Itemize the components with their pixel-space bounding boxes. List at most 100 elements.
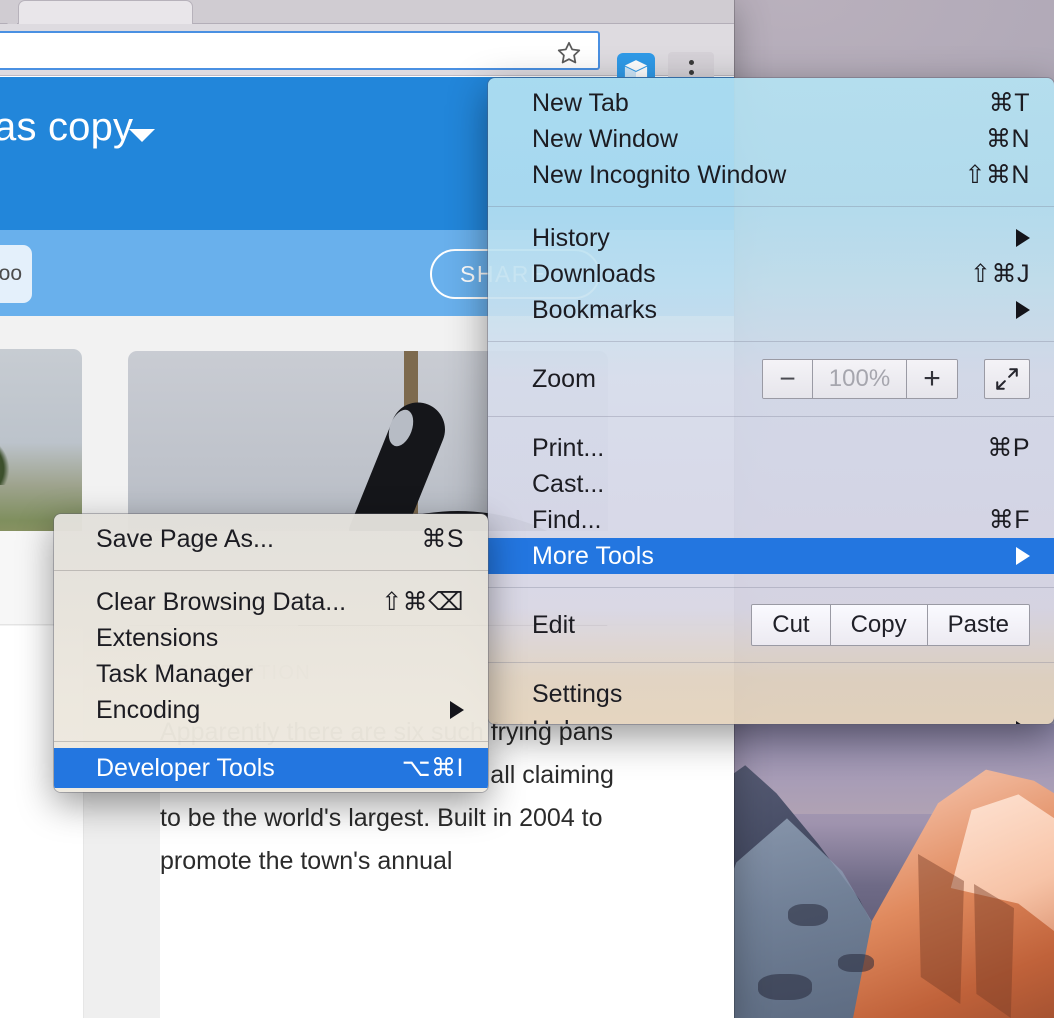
menu-item-label: Developer Tools: [96, 754, 402, 783]
menu-item-find[interactable]: Find... ⌘F: [488, 502, 1054, 538]
menu-item-label: Help: [532, 716, 1016, 725]
menu-separator: [488, 341, 1054, 342]
menu-item-history[interactable]: History: [488, 220, 1054, 256]
menu-item-shortcut: ⌘N: [986, 124, 1030, 154]
menu-item-shortcut: ⇧⌘J: [970, 259, 1030, 289]
zoom-in-button[interactable]: +: [907, 360, 957, 398]
submenu-item-task-manager[interactable]: Task Manager: [54, 656, 488, 692]
address-bar[interactable]: [0, 31, 600, 70]
browser-tab[interactable]: [18, 0, 193, 25]
fullscreen-icon: [994, 366, 1020, 392]
chevron-down-icon[interactable]: [129, 129, 155, 142]
menu-separator: [54, 741, 488, 742]
kebab-dot-icon: [689, 60, 694, 65]
menu-separator: [488, 206, 1054, 207]
submenu-arrow-icon: [1016, 301, 1030, 319]
menu-row-zoom: Zoom − 100% +: [488, 348, 1054, 410]
submenu-item-encoding[interactable]: Encoding: [54, 692, 488, 728]
left-column-fragment: g.: [0, 694, 40, 738]
left-column-fragment: w: [0, 782, 40, 826]
count-chip[interactable]: oo: [0, 245, 32, 303]
menu-item-print[interactable]: Print... ⌘P: [488, 430, 1054, 466]
wallpaper-scree: [838, 954, 874, 972]
submenu-arrow-icon: [1016, 547, 1030, 565]
menu-item-shortcut: ⇧⌘⌫: [381, 587, 464, 617]
menu-item-label: Save Page As...: [96, 525, 421, 554]
thumbnail-foliage: [0, 445, 16, 485]
paste-button[interactable]: Paste: [928, 605, 1029, 645]
fullscreen-button[interactable]: [984, 359, 1030, 399]
browser-toolbar: [0, 24, 734, 76]
menu-item-new-tab[interactable]: New Tab ⌘T: [488, 85, 1054, 121]
menu-group-new: New Tab ⌘T New Window ⌘N New Incognito W…: [488, 78, 1054, 200]
menu-separator: [488, 662, 1054, 663]
menu-row-edit: Edit Cut Copy Paste: [488, 594, 1054, 656]
submenu-arrow-icon: [1016, 721, 1030, 724]
more-tools-submenu: Save Page As... ⌘S Clear Browsing Data..…: [54, 514, 488, 792]
menu-item-label: Print...: [532, 434, 987, 463]
submenu-group-tools: Clear Browsing Data... ⇧⌘⌫ Extensions Ta…: [54, 577, 488, 735]
menu-item-shortcut: ⌘T: [989, 88, 1030, 118]
menu-group-tools: Print... ⌘P Cast... Find... ⌘F More Tool…: [488, 423, 1054, 581]
submenu-arrow-icon: [1016, 229, 1030, 247]
chrome-main-menu: New Tab ⌘T New Window ⌘N New Incognito W…: [488, 78, 1054, 724]
menu-item-shortcut: ⌘F: [989, 505, 1030, 535]
bookmark-star-icon[interactable]: [556, 40, 582, 66]
menu-item-label: Task Manager: [96, 660, 464, 689]
wallpaper-scree: [788, 904, 828, 926]
left-column-text: of g. s w: [0, 650, 40, 826]
submenu-arrow-icon: [450, 701, 464, 719]
menu-item-cast[interactable]: Cast...: [488, 466, 1054, 502]
menu-item-shortcut: ⇧⌘N: [964, 160, 1030, 190]
zoom-control-group: − 100% +: [762, 359, 958, 399]
menu-item-shortcut: ⌘P: [987, 433, 1030, 463]
menu-item-label: Cast...: [532, 470, 1030, 499]
menu-separator: [54, 570, 488, 571]
zoom-out-button[interactable]: −: [763, 360, 813, 398]
zoom-label: Zoom: [532, 365, 762, 394]
submenu-group-devtools: Developer Tools ⌥⌘I: [54, 748, 488, 792]
edit-button-group: Cut Copy Paste: [751, 604, 1030, 646]
menu-item-downloads[interactable]: Downloads ⇧⌘J: [488, 256, 1054, 292]
menu-item-label: Settings: [532, 680, 1030, 709]
copy-button[interactable]: Copy: [831, 605, 928, 645]
menu-group-browsing: History Downloads ⇧⌘J Bookmarks: [488, 213, 1054, 335]
submenu-group-save: Save Page As... ⌘S: [54, 514, 488, 564]
menu-separator: [488, 587, 1054, 588]
kebab-dot-icon: [689, 70, 694, 75]
menu-item-label: New Tab: [532, 89, 989, 118]
wallpaper-mountain-photo: [728, 724, 1054, 1018]
submenu-item-developer-tools[interactable]: Developer Tools ⌥⌘I: [54, 748, 488, 788]
submenu-item-save-page-as[interactable]: Save Page As... ⌘S: [54, 521, 488, 557]
submenu-item-extensions[interactable]: Extensions: [54, 620, 488, 656]
wallpaper-scree: [758, 974, 812, 1000]
left-column-fragment: of: [0, 650, 40, 694]
menu-item-label: Extensions: [96, 624, 464, 653]
menu-item-label: Encoding: [96, 696, 450, 725]
menu-item-label: New Window: [532, 125, 986, 154]
hero-title: as copy: [0, 105, 133, 150]
left-column-fragment: s: [0, 738, 40, 782]
menu-item-shortcut: ⌥⌘I: [402, 753, 464, 783]
menu-item-label: History: [532, 224, 1016, 253]
submenu-item-clear-browsing-data[interactable]: Clear Browsing Data... ⇧⌘⌫: [54, 584, 488, 620]
menu-item-label: Clear Browsing Data...: [96, 588, 381, 617]
screen: as copy oo SHARE Pan: [0, 0, 1054, 1018]
menu-item-more-tools[interactable]: More Tools: [488, 538, 1054, 574]
menu-item-help[interactable]: Help: [488, 712, 1054, 724]
menu-item-new-incognito-window[interactable]: New Incognito Window ⇧⌘N: [488, 157, 1054, 193]
menu-item-label: Bookmarks: [532, 296, 1016, 325]
edit-label: Edit: [532, 611, 751, 640]
menu-item-label: Downloads: [532, 260, 970, 289]
menu-item-shortcut: ⌘S: [421, 524, 464, 554]
cut-button[interactable]: Cut: [752, 605, 830, 645]
menu-item-label: Find...: [532, 506, 989, 535]
menu-separator: [488, 416, 1054, 417]
tab-strip: [0, 0, 734, 24]
menu-item-new-window[interactable]: New Window ⌘N: [488, 121, 1054, 157]
menu-item-label: New Incognito Window: [532, 161, 964, 190]
menu-group-settings: Settings Help: [488, 669, 1054, 724]
menu-item-label: More Tools: [532, 542, 1016, 571]
menu-item-bookmarks[interactable]: Bookmarks: [488, 292, 1054, 328]
menu-item-settings[interactable]: Settings: [488, 676, 1054, 712]
